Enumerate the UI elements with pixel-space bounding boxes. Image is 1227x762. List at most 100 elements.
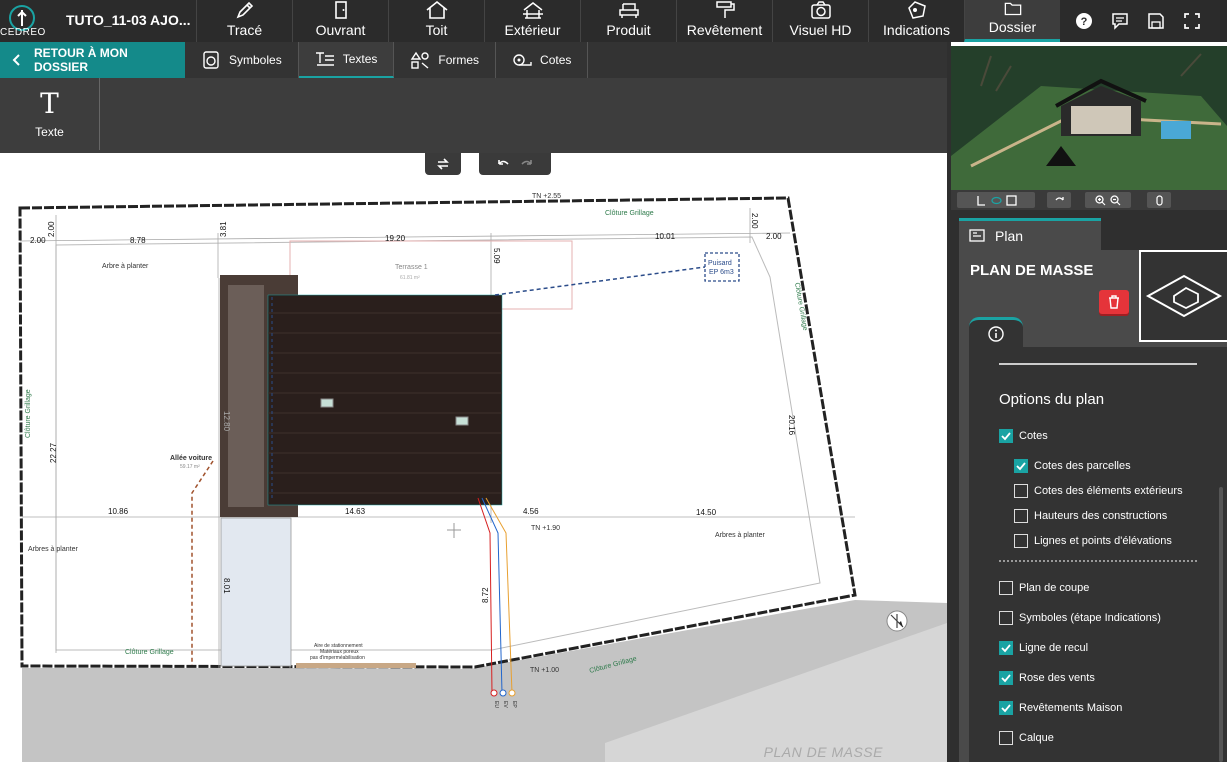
plan-caption: PLAN DE MASSE	[763, 744, 883, 760]
checkbox-checked[interactable]	[999, 641, 1013, 655]
mouse-mode-button[interactable]	[1147, 192, 1171, 208]
tab-symboles[interactable]: Symboles	[185, 42, 299, 78]
dim-878: 8.78	[130, 236, 146, 245]
top-utility-icons: ?	[1066, 0, 1210, 42]
tab-textes[interactable]: Textes	[298, 42, 395, 78]
option-symboles[interactable]: Symboles (étape Indications)	[999, 611, 1161, 625]
label-arbres-left: Arbres à planter	[28, 546, 78, 553]
plan-canvas[interactable]: TN +2.55 Clôture Grillage Arbre à plante…	[0, 153, 947, 762]
help-button[interactable]: ?	[1066, 0, 1102, 42]
option-cotes[interactable]: Cotes	[999, 429, 1048, 443]
checkbox-unchecked[interactable]	[999, 731, 1013, 745]
help-icon: ?	[1076, 13, 1092, 29]
checkbox-unchecked[interactable]	[999, 611, 1013, 625]
logo-text: CEDREO	[0, 27, 46, 38]
options-scrollbar[interactable]	[1219, 487, 1223, 762]
brand-area[interactable]: CEDREO TUTO_11-03 AJO...	[0, 0, 196, 42]
option-hauteurs[interactable]: Hauteurs des constructions	[1014, 509, 1167, 523]
dim-1086: 10.86	[108, 507, 129, 516]
label-cloture-top: Clôture Grillage	[605, 210, 654, 217]
plan-settings-panel: PLAN DE MASSE Options du plan Cotes Cote…	[959, 250, 1227, 762]
text-lines-icon	[315, 52, 334, 66]
zoom-out-icon[interactable]	[1110, 194, 1121, 206]
exterior-icon	[522, 2, 543, 19]
dim-872: 8.72	[481, 587, 490, 603]
checkbox-unchecked[interactable]	[1014, 484, 1028, 498]
tab-cotes-label: Cotes	[540, 53, 572, 67]
dim-1280: 12.80	[222, 411, 231, 432]
label-puisard-2: EP 6m3	[709, 269, 734, 276]
nav-dossier[interactable]: Dossier	[964, 0, 1060, 42]
nav-ouvrant-label: Ouvrant	[315, 22, 366, 38]
nav-revetement[interactable]: Revêtement	[676, 0, 772, 42]
project-name[interactable]: TUTO_11-03 AJO...	[66, 12, 191, 28]
checkbox-checked[interactable]	[1014, 459, 1028, 473]
tab-formes-label: Formes	[438, 53, 480, 67]
option-cotes-parcelles[interactable]: Cotes des parcelles	[1014, 459, 1131, 473]
3d-preview[interactable]	[951, 42, 1227, 190]
back-to-folder-button[interactable]: RETOUR À MON DOSSIER	[0, 42, 185, 78]
undo-icon[interactable]	[496, 157, 510, 171]
nav-trace[interactable]: Tracé	[196, 0, 292, 42]
delete-plan-button[interactable]	[1099, 290, 1129, 314]
plan-tab[interactable]: Plan	[959, 218, 1101, 250]
swap-button[interactable]	[425, 153, 461, 175]
option-cotes-exterieurs[interactable]: Cotes des éléments extérieurs	[1014, 484, 1183, 498]
nav-visuel-hd[interactable]: Visuel HD	[772, 0, 868, 42]
tab-cotes[interactable]: Cotes	[496, 42, 589, 78]
site-plan-drawing[interactable]: TN +2.55 Clôture Grillage Arbre à plante…	[0, 153, 947, 762]
back-label: RETOUR À MON DOSSIER	[34, 46, 128, 74]
compass-rose	[886, 610, 908, 632]
nav-produit[interactable]: Produit	[580, 0, 676, 42]
app-window: CEDREO TUTO_11-03 AJO... Tracé Ouvrant T…	[0, 0, 1227, 762]
option-label: Symboles (étape Indications)	[1019, 612, 1161, 624]
chat-button[interactable]	[1102, 0, 1138, 42]
rotate-icon	[1054, 196, 1064, 200]
mouse-icon	[1155, 194, 1163, 206]
save-button[interactable]	[1138, 0, 1174, 42]
checkbox-checked[interactable]	[999, 701, 1013, 715]
camera-icon	[810, 1, 831, 19]
trash-icon	[1109, 295, 1119, 309]
redo-icon[interactable]	[520, 157, 534, 171]
option-revetements-maison[interactable]: Revêtements Maison	[999, 701, 1122, 715]
texte-tool-button[interactable]: T Texte	[0, 78, 100, 150]
option-ligne-recul[interactable]: Ligne de recul	[999, 641, 1088, 655]
checkbox-unchecked[interactable]	[1014, 509, 1028, 523]
checkbox-unchecked[interactable]	[1014, 534, 1028, 548]
shapes-icon	[907, 1, 926, 19]
tab-textes-label: Textes	[342, 52, 378, 66]
eye-icon[interactable]	[990, 195, 1002, 206]
label-terrasse: Terrasse 1	[395, 264, 428, 271]
checkbox-checked[interactable]	[999, 429, 1013, 443]
nav-exterieur[interactable]: Extérieur	[484, 0, 580, 42]
option-label: Plan de coupe	[1019, 582, 1090, 594]
option-elevations[interactable]: Lignes et points d'élévations	[1014, 534, 1172, 548]
options-heading: Options du plan	[999, 391, 1105, 408]
nav-ouvrant[interactable]: Ouvrant	[292, 0, 388, 42]
blueprint-icon	[969, 229, 985, 242]
nav-toit[interactable]: Toit	[388, 0, 484, 42]
person-view-icon[interactable]	[976, 195, 987, 206]
door-icon	[334, 1, 347, 19]
chevron-left-icon	[12, 54, 20, 66]
layers-icon[interactable]	[1005, 194, 1017, 206]
info-icon	[988, 325, 1004, 342]
option-plan-coupe[interactable]: Plan de coupe	[999, 581, 1089, 595]
nav-dossier-label: Dossier	[988, 19, 1037, 35]
checkbox-checked[interactable]	[999, 671, 1013, 685]
zoom-in-icon[interactable]	[1095, 194, 1106, 206]
option-rose-vents[interactable]: Rose des vents	[999, 671, 1095, 685]
tab-formes[interactable]: Formes	[394, 42, 497, 78]
label-parking-3: pas d'imperméabilisation	[310, 655, 365, 661]
top-toolbar: CEDREO TUTO_11-03 AJO... Tracé Ouvrant T…	[0, 0, 1227, 42]
option-calque[interactable]: Calque	[999, 731, 1054, 745]
plan-thumbnail[interactable]	[1139, 250, 1227, 342]
dim-200-d: 2.00	[750, 213, 759, 229]
nav-revetement-label: Revêtement	[686, 22, 763, 38]
checkbox-unchecked[interactable]	[999, 581, 1013, 595]
rotate-view-button[interactable]	[1047, 192, 1071, 208]
fullscreen-button[interactable]	[1174, 0, 1210, 42]
info-tab[interactable]	[969, 317, 1023, 347]
nav-indications[interactable]: Indications	[868, 0, 964, 42]
